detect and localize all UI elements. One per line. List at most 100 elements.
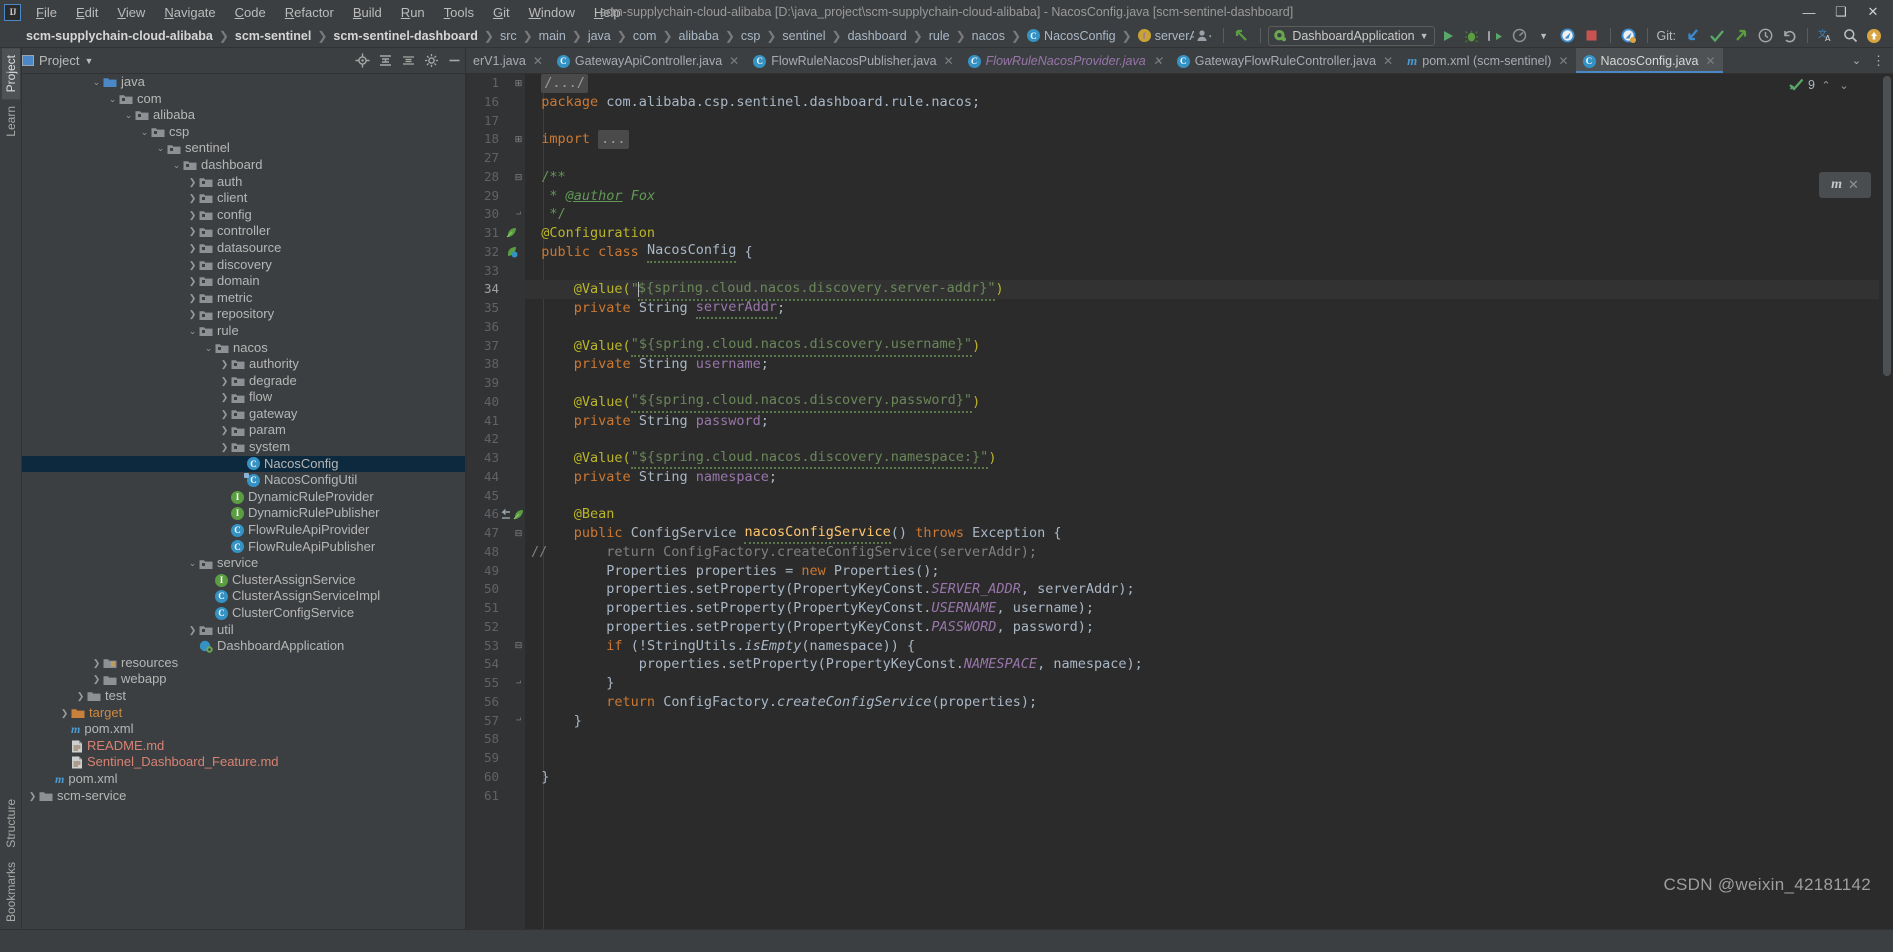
editor-tab-gatewayapicontroller-java[interactable]: C GatewayApiController.java ✕ xyxy=(550,48,746,73)
gutter-row[interactable]: 17 xyxy=(467,112,525,131)
fold-end-icon[interactable]: ⌐ xyxy=(514,716,523,726)
editor-scrollbar[interactable] xyxy=(1879,74,1893,929)
tree-item-nacos[interactable]: ⌄ nacos xyxy=(22,340,465,357)
chevron-down-icon[interactable]: ▼ xyxy=(84,56,93,66)
code-line[interactable]: Properties properties = new Properties()… xyxy=(525,562,1893,581)
code-line[interactable]: properties.setProperty(PropertyKeyConst.… xyxy=(525,580,1893,599)
close-button[interactable]: ✕ xyxy=(1857,1,1889,24)
gutter-row[interactable]: 38 xyxy=(467,355,525,374)
tree-item-clusterassignservice[interactable]: I ClusterAssignService xyxy=(22,572,465,589)
tree-item-test[interactable]: ❯ test xyxy=(22,688,465,705)
code-line[interactable]: } xyxy=(525,674,1893,693)
chevron-down-icon[interactable]: ⌄ xyxy=(106,91,119,108)
tool-window-bookmarks[interactable]: Bookmarks xyxy=(2,855,20,929)
hide-panel-icon[interactable] xyxy=(444,50,465,71)
stop-icon[interactable] xyxy=(1581,26,1603,46)
breadcrumb-item-serveraddr[interactable]: fserverAddr xyxy=(1134,28,1194,44)
breadcrumb-item-dashboard[interactable]: dashboard xyxy=(844,28,911,44)
bean-icon[interactable] xyxy=(513,509,525,521)
gutter-row[interactable]: 44 xyxy=(467,468,525,487)
tab-more-options-icon[interactable]: ⋮ xyxy=(1868,50,1889,71)
editor-tab-pom-xml-scm-sentinel-[interactable]: m pom.xml (scm-sentinel) ✕ xyxy=(1400,48,1575,73)
menu-item-window[interactable]: Window xyxy=(520,3,584,22)
chevron-right-icon[interactable]: ❯ xyxy=(186,207,199,224)
expand-icon[interactable] xyxy=(398,50,419,71)
search-everywhere-icon[interactable] xyxy=(1618,26,1640,46)
gutter-row[interactable]: 53 ⊟ xyxy=(467,637,525,656)
run-icon[interactable] xyxy=(1437,26,1459,46)
gutter-row[interactable]: 51 xyxy=(467,599,525,618)
code-line[interactable] xyxy=(525,749,1893,768)
code-line[interactable]: package com.alibaba.csp.sentinel.dashboa… xyxy=(525,93,1893,112)
tree-item-resources[interactable]: ❯ resources xyxy=(22,655,465,672)
tree-item-flowruleapiprovider[interactable]: C FlowRuleApiProvider xyxy=(22,522,465,539)
tree-item-clusterconfigservice[interactable]: C ClusterConfigService xyxy=(22,605,465,622)
tree-item-service[interactable]: ⌄ service xyxy=(22,555,465,572)
gutter-row[interactable]: 28 ⊟ xyxy=(467,168,525,187)
close-icon[interactable]: ✕ xyxy=(1153,54,1163,68)
tree-item-csp[interactable]: ⌄ csp xyxy=(22,124,465,141)
chevron-right-icon[interactable]: ❯ xyxy=(26,788,39,805)
gutter-row[interactable]: 46 xyxy=(467,505,525,524)
gutter-row[interactable]: 27 xyxy=(467,149,525,168)
chevron-right-icon[interactable]: ❯ xyxy=(186,174,199,191)
code-line[interactable]: /.../ xyxy=(525,74,1893,93)
code-line[interactable]: public ConfigService nacosConfigService(… xyxy=(525,524,1893,545)
code-line[interactable]: private String password; xyxy=(525,412,1893,431)
breadcrumb-item-rule[interactable]: rule xyxy=(925,28,954,44)
code-line[interactable]: // return ConfigFactory.createConfigServ… xyxy=(525,543,1893,562)
breadcrumb-item-nacosconfig[interactable]: C NacosConfig xyxy=(1023,28,1120,44)
tree-item-flowruleapipublisher[interactable]: C FlowRuleApiPublisher xyxy=(22,539,465,556)
gutter-row[interactable]: 52 xyxy=(467,618,525,637)
tree-item-java[interactable]: ⌄ java xyxy=(22,74,465,91)
menu-item-edit[interactable]: Edit xyxy=(67,3,107,22)
inspect-icon[interactable] xyxy=(1557,26,1579,46)
code-line[interactable]: @Configuration xyxy=(525,224,1893,243)
tree-item-dashboardapplication[interactable]: DashboardApplication xyxy=(22,638,465,655)
menu-item-refactor[interactable]: Refactor xyxy=(276,3,343,22)
project-panel-title[interactable]: Project ▼ xyxy=(22,53,93,68)
code-line[interactable]: public class NacosConfig { xyxy=(525,242,1893,263)
code-line[interactable]: */ xyxy=(525,205,1893,224)
tree-item-datasource[interactable]: ❯ datasource xyxy=(22,240,465,257)
tree-item-param[interactable]: ❯ param xyxy=(22,422,465,439)
gutter-row[interactable]: 56 xyxy=(467,693,525,712)
tree-item-sentinel-dashboard-feature-md[interactable]: Sentinel_Dashboard_Feature.md xyxy=(22,754,465,771)
chevron-down-icon[interactable]: ⌄ xyxy=(138,124,151,141)
code-line[interactable] xyxy=(525,262,1893,281)
tree-item-dynamicruleprovider[interactable]: I DynamicRuleProvider xyxy=(22,489,465,506)
chevron-right-icon[interactable]: ❯ xyxy=(186,306,199,323)
gutter-row[interactable]: 57 ⌐ xyxy=(467,712,525,731)
close-icon[interactable]: ✕ xyxy=(533,54,543,68)
chevron-right-icon[interactable]: ❯ xyxy=(186,223,199,240)
debug-icon[interactable] xyxy=(1461,26,1483,46)
chevron-down-icon[interactable]: ⌄ xyxy=(90,74,103,91)
code-line[interactable]: properties.setProperty(PropertyKeyConst.… xyxy=(525,599,1893,618)
chevron-down-icon[interactable]: ▼ xyxy=(1533,26,1555,46)
tree-item-metric[interactable]: ❯ metric xyxy=(22,290,465,307)
tool-window-structure[interactable]: Structure xyxy=(2,792,20,855)
close-icon[interactable]: ✕ xyxy=(944,54,954,68)
editor-tab-erv1-java[interactable]: erV1.java ✕ xyxy=(466,48,550,73)
tree-item-dynamicrulepublisher[interactable]: I DynamicRulePublisher xyxy=(22,505,465,522)
gutter-row[interactable]: 33 xyxy=(467,262,525,281)
tree-item-sentinel[interactable]: ⌄ sentinel xyxy=(22,140,465,157)
chevron-down-icon[interactable]: ⌄ xyxy=(154,140,167,157)
menu-item-build[interactable]: Build xyxy=(344,3,391,22)
gutter-row[interactable]: 43 xyxy=(467,449,525,468)
close-icon[interactable]: ✕ xyxy=(1706,54,1716,68)
menu-item-help[interactable]: Help xyxy=(585,3,630,22)
gutter-row[interactable]: 29 xyxy=(467,187,525,206)
gutter-row[interactable]: 39 xyxy=(467,374,525,393)
gutter-row[interactable]: 59 xyxy=(467,749,525,768)
gutter-row[interactable]: 32 xyxy=(467,243,525,262)
gutter-row[interactable]: 40 xyxy=(467,393,525,412)
code-line[interactable]: @Value("${spring.cloud.nacos.discovery.p… xyxy=(525,392,1893,413)
tree-item-authority[interactable]: ❯ authority xyxy=(22,356,465,373)
chevron-right-icon[interactable]: ❯ xyxy=(186,273,199,290)
tree-item-domain[interactable]: ❯ domain xyxy=(22,273,465,290)
minimize-button[interactable]: — xyxy=(1793,1,1825,24)
tool-window-project[interactable]: Project xyxy=(1,48,20,100)
breadcrumb-item-scm-sentinel[interactable]: scm-sentinel xyxy=(231,28,315,44)
close-icon[interactable]: ✕ xyxy=(1848,177,1859,193)
